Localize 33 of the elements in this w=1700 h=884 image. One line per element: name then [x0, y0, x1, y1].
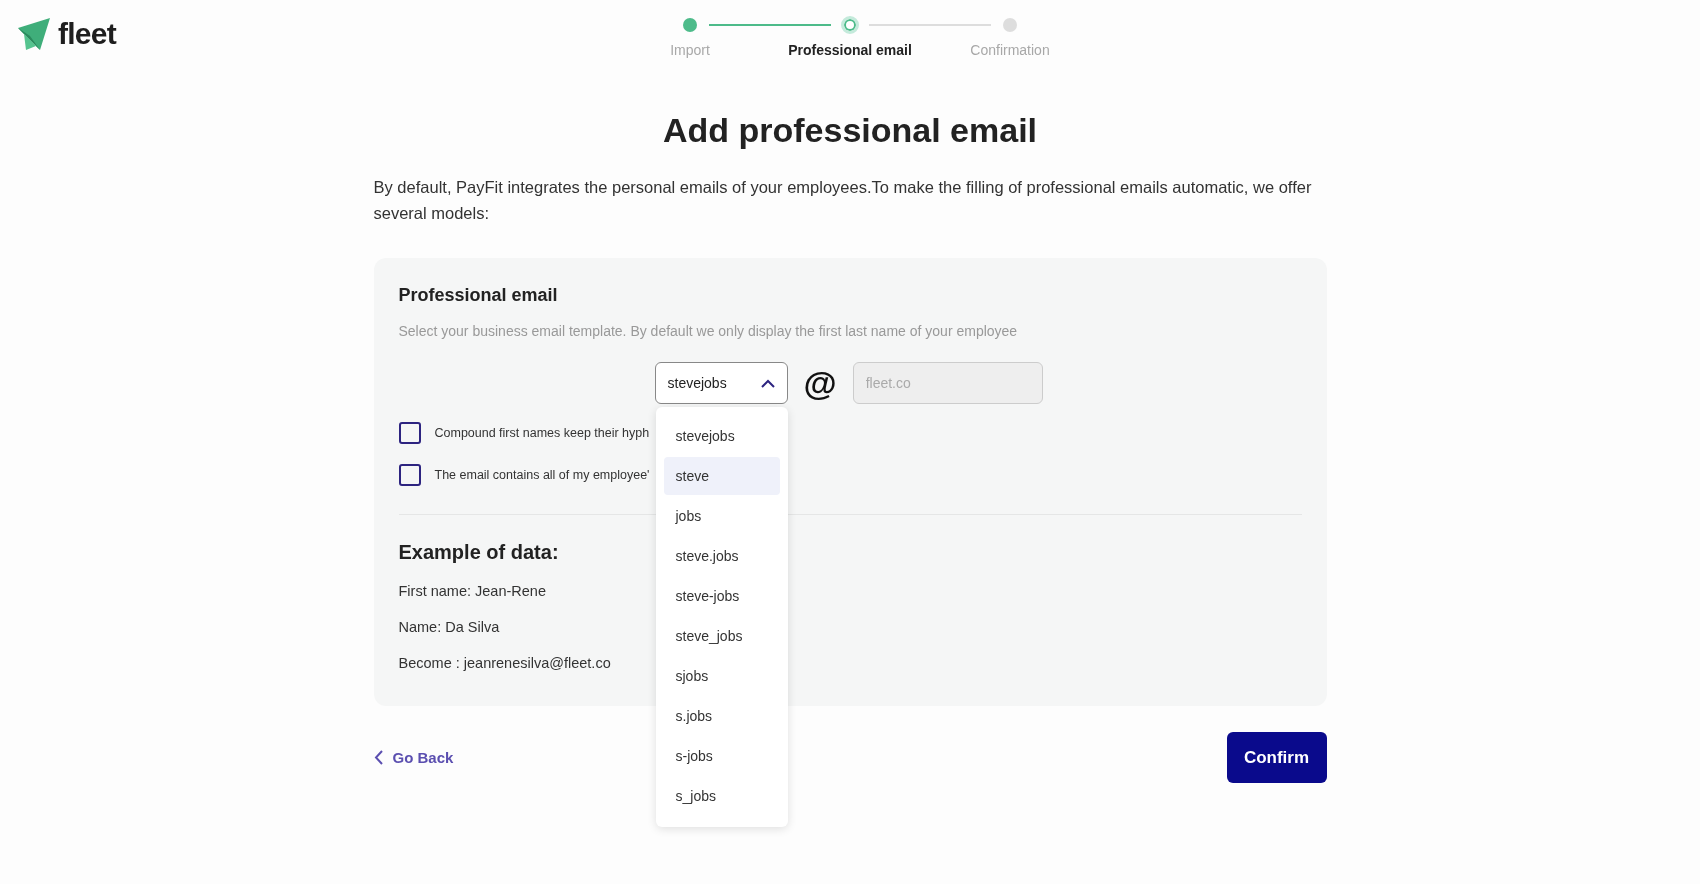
logo-icon — [16, 16, 52, 52]
go-back-link[interactable]: Go Back — [373, 746, 454, 769]
example-line: Become : jeanrenesilva@fleet.co — [398, 653, 611, 673]
checkbox-label: Compound first names keep their hyph — [434, 424, 650, 442]
at-sign: @ — [803, 366, 837, 400]
template-select[interactable]: stevejobs — [654, 362, 788, 404]
dropdown-option[interactable]: s_jobs — [663, 777, 780, 815]
dropdown-option[interactable]: sjobs — [663, 657, 780, 695]
intro-paragraph: By default, PayFit integrates the personal emails of your employees.To make the filling of professional emails automatic, we offer several models: — [373, 177, 1313, 224]
helper-text: Select your business email template. By default we only display the first last name of your employee — [398, 322, 1019, 341]
step-label: Confirmation — [970, 41, 1050, 60]
example-line: First name: Jean-Rene — [398, 582, 546, 601]
logo-text: fleet — [58, 19, 116, 49]
confirm-button[interactable]: Confirm — [1226, 732, 1327, 784]
dropdown-option[interactable]: stevejobs — [663, 417, 780, 455]
card-heading: Professional email — [398, 284, 559, 307]
dropdown-option[interactable]: s.jobs — [663, 697, 780, 735]
checkbox[interactable] — [398, 422, 421, 444]
page-title: Add professional email — [661, 110, 1039, 151]
checkbox-label: The email contains all of my employee' — [434, 466, 650, 484]
caret-icon — [760, 378, 775, 388]
dropdown-option[interactable]: s-jobs — [663, 737, 780, 775]
dropdown-option[interactable]: jobs — [663, 497, 780, 535]
step-label: Import — [670, 41, 710, 60]
checkbox[interactable] — [398, 464, 421, 486]
chevron-left-icon — [373, 750, 383, 766]
step-label: Professional email — [788, 41, 912, 60]
dropdown-option[interactable]: steve — [663, 457, 780, 495]
example-line: Name: Da Silva — [398, 617, 500, 637]
dropdown-option[interactable]: steve.jobs — [663, 537, 780, 575]
dropdown-option[interactable]: steve_jobs — [663, 617, 780, 655]
example-heading: Example of data: — [398, 540, 559, 565]
dropdown-option[interactable]: steve-jobs — [663, 577, 780, 615]
